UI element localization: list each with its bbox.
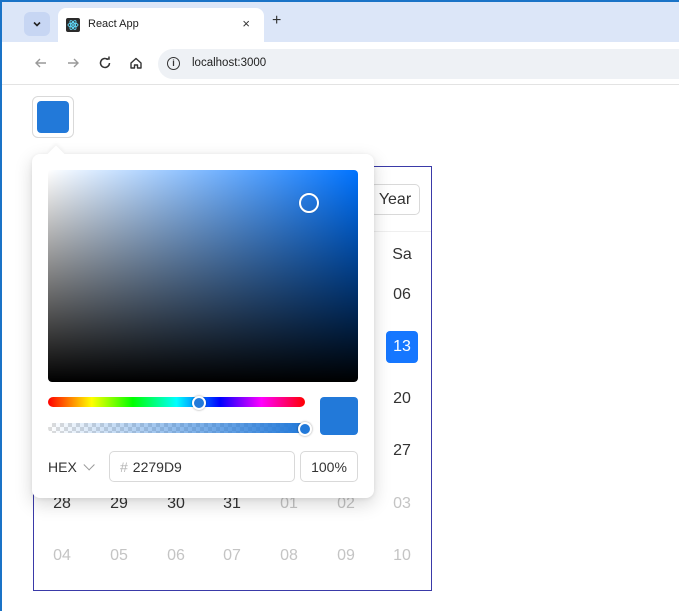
- home-icon[interactable]: [127, 54, 145, 72]
- forward-icon[interactable]: [64, 54, 82, 72]
- address-bar[interactable]: i localhost:3000: [158, 49, 679, 79]
- react-favicon-icon: [66, 18, 80, 32]
- back-icon[interactable]: [32, 54, 50, 72]
- tab-search-button[interactable]: [24, 12, 50, 36]
- format-label: HEX: [48, 459, 77, 475]
- date-cell[interactable]: 20: [385, 384, 419, 414]
- date-cell[interactable]: 27: [385, 436, 419, 466]
- hex-value[interactable]: 2279D9: [133, 459, 182, 475]
- browser-window: React App × + i localhost:3000 Year Sa 0…: [0, 0, 679, 611]
- chevron-down-icon: [83, 459, 95, 471]
- browser-toolbar: i localhost:3000: [2, 42, 679, 85]
- alpha-handle[interactable]: [298, 422, 312, 436]
- alpha-slider[interactable]: [48, 423, 305, 433]
- tab-strip: React App × +: [2, 2, 679, 42]
- date-cell[interactable]: 08: [272, 541, 306, 571]
- reload-icon[interactable]: [96, 54, 114, 72]
- date-cell[interactable]: 10: [385, 541, 419, 571]
- date-cell[interactable]: 07: [215, 541, 249, 571]
- weekday-header-sa: Sa: [392, 246, 412, 263]
- hex-prefix: #: [120, 458, 128, 475]
- date-cell[interactable]: 06: [385, 280, 419, 310]
- plus-icon[interactable]: +: [272, 12, 281, 30]
- url-text[interactable]: localhost:3000: [192, 57, 266, 69]
- year-button[interactable]: Year: [370, 184, 420, 215]
- tab-react-app[interactable]: React App ×: [58, 8, 264, 42]
- date-cell[interactable]: 04: [45, 541, 79, 571]
- color-picker-popover: HEX # 2279D9 100%: [32, 145, 374, 498]
- date-cell[interactable]: 03: [385, 489, 419, 519]
- popover-arrow: [47, 145, 65, 163]
- hue-handle[interactable]: [192, 396, 206, 410]
- tab-title: React App: [88, 18, 139, 30]
- color-picker-trigger[interactable]: [32, 96, 74, 138]
- close-icon[interactable]: ×: [242, 16, 250, 31]
- date-cell[interactable]: 09: [329, 541, 363, 571]
- date-cell[interactable]: 06: [159, 541, 193, 571]
- hex-input[interactable]: # 2279D9: [109, 451, 295, 482]
- saturation-handle[interactable]: [299, 193, 319, 213]
- saturation-panel[interactable]: [48, 170, 358, 382]
- color-swatch: [37, 101, 69, 133]
- info-icon[interactable]: i: [167, 57, 180, 70]
- chevron-down-icon: [33, 21, 41, 27]
- format-select[interactable]: HEX: [48, 452, 102, 482]
- date-cell-selected[interactable]: 13: [386, 331, 418, 363]
- hue-slider[interactable]: [48, 397, 305, 407]
- color-preview: [320, 397, 358, 435]
- date-cell[interactable]: 05: [102, 541, 136, 571]
- alpha-input[interactable]: 100%: [300, 451, 358, 482]
